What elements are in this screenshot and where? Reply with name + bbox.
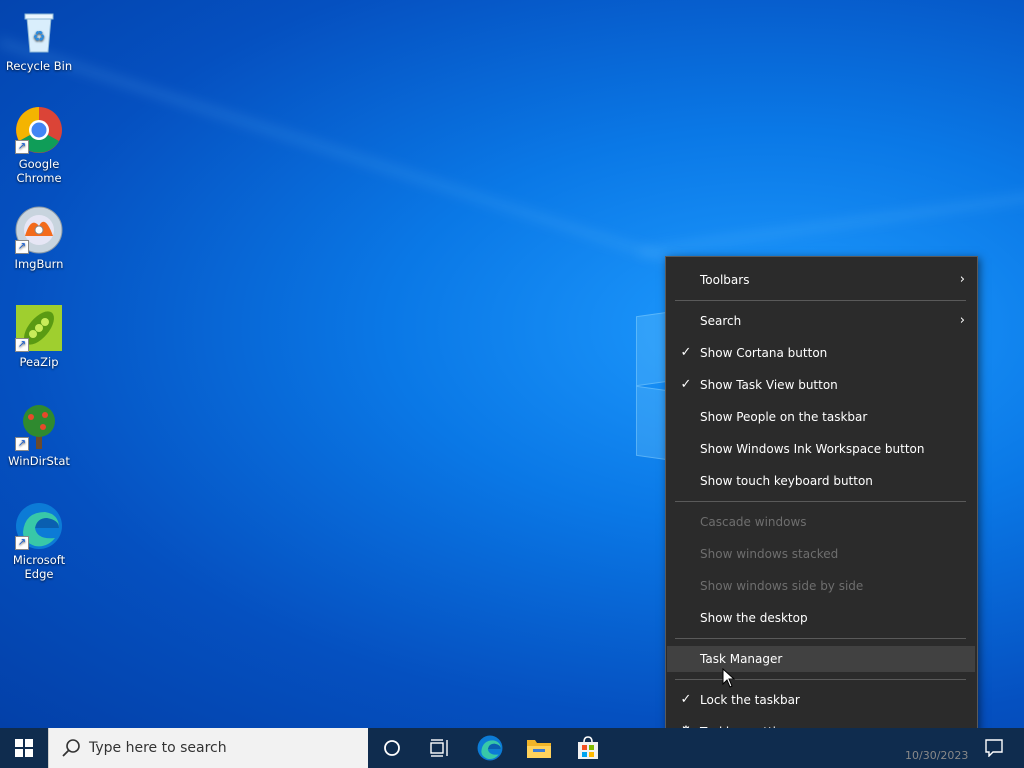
- menu-item-label: Show windows stacked: [700, 547, 839, 561]
- taskbar-store-button[interactable]: [564, 728, 612, 768]
- menu-item-show-task-view-button[interactable]: ✓ Show Task View button: [667, 372, 975, 398]
- cortana-button[interactable]: [368, 728, 416, 768]
- menu-item-label: Show People on the taskbar: [700, 410, 868, 424]
- menu-item-show-cortana-button[interactable]: ✓ Show Cortana button: [667, 340, 975, 366]
- taskbar[interactable]: Type here to search: [0, 728, 1024, 768]
- checkmark-icon: ✓: [680, 377, 692, 392]
- search-icon: [62, 739, 80, 757]
- desktop-icon-label: Recycle Bin: [5, 59, 73, 73]
- file-explorer-icon: [527, 740, 551, 758]
- menu-item-task-manager[interactable]: Task Manager: [667, 646, 975, 672]
- menu-separator: [675, 300, 966, 301]
- menu-item-label: Show Cortana button: [700, 346, 828, 360]
- notification-icon: [985, 739, 1003, 757]
- desktop-icon-label: WinDirStat: [8, 454, 70, 468]
- taskbar-edge-button[interactable]: [466, 728, 514, 768]
- menu-item-label: Lock the taskbar: [700, 693, 800, 707]
- edge-icon: ↗: [15, 502, 63, 550]
- clock-date[interactable]: 10/30/2023: [905, 749, 968, 762]
- light-beam: [640, 152, 1024, 254]
- windirstat-icon: ↗: [15, 403, 63, 451]
- menu-item-show-people[interactable]: Show People on the taskbar: [667, 404, 975, 430]
- menu-item-search[interactable]: Search ›: [667, 308, 975, 334]
- menu-item-lock-the-taskbar[interactable]: ✓ Lock the taskbar: [667, 687, 975, 713]
- desktop-icon-recycle-bin[interactable]: ♻ Recycle Bin: [4, 8, 74, 73]
- light-beam: [0, 40, 685, 267]
- desktop-icon-label: PeaZip: [19, 355, 59, 369]
- notification-center-button[interactable]: [976, 728, 1012, 768]
- menu-item-cascade-windows: Cascade windows: [667, 509, 975, 535]
- menu-item-label: Show touch keyboard button: [700, 474, 873, 488]
- menu-item-label: Cascade windows: [700, 515, 807, 529]
- desktop-icon-google-chrome[interactable]: ↗ Google Chrome: [4, 106, 74, 185]
- checkmark-icon: ✓: [680, 692, 692, 707]
- desktop-icon-label: Google Chrome: [16, 157, 62, 185]
- shortcut-arrow-icon: ↗: [15, 240, 29, 254]
- menu-item-show-touch-keyboard[interactable]: Show touch keyboard button: [667, 468, 975, 494]
- menu-item-label: Show the desktop: [700, 611, 808, 625]
- chevron-right-icon: ›: [959, 313, 965, 328]
- windows-logo-pane: [636, 385, 668, 461]
- start-icon: [15, 739, 33, 757]
- shortcut-arrow-icon: ↗: [15, 140, 29, 154]
- shortcut-arrow-icon: ↗: [15, 437, 29, 451]
- mouse-cursor-icon: [722, 668, 736, 688]
- desktop-icon-microsoft-edge[interactable]: ↗ Microsoft Edge: [4, 502, 74, 581]
- desktop-icon-label: ImgBurn: [14, 257, 64, 271]
- shortcut-arrow-icon: ↗: [15, 338, 29, 352]
- desktop-icon-label: Microsoft Edge: [12, 553, 66, 581]
- recycle-bin-icon: ♻: [15, 8, 63, 56]
- menu-item-show-windows-stacked: Show windows stacked: [667, 541, 975, 567]
- desktop-icon-imgburn[interactable]: ↗ ImgBurn: [4, 206, 74, 271]
- search-placeholder: Type here to search: [89, 740, 227, 756]
- menu-separator: [675, 679, 966, 680]
- desktop-icon-peazip[interactable]: ↗ PeaZip: [4, 304, 74, 369]
- checkmark-icon: ✓: [680, 345, 692, 360]
- menu-item-toolbars[interactable]: Toolbars ›: [667, 267, 975, 293]
- menu-item-label: Search: [700, 314, 742, 328]
- chevron-right-icon: ›: [959, 272, 965, 287]
- taskbar-file-explorer-button[interactable]: [515, 728, 563, 768]
- menu-item-label: Task Manager: [700, 652, 783, 666]
- task-view-icon: [430, 739, 448, 757]
- search-box[interactable]: Type here to search: [48, 728, 368, 768]
- task-view-button[interactable]: [416, 728, 464, 768]
- windows-logo-pane: [636, 311, 668, 387]
- menu-item-label: Toolbars: [700, 273, 750, 287]
- desktop-icon-windirstat[interactable]: ↗ WinDirStat: [4, 403, 74, 468]
- store-icon: [578, 736, 598, 759]
- chrome-icon: ↗: [15, 106, 63, 154]
- menu-separator: [675, 638, 966, 639]
- menu-item-show-windows-side-by-side: Show windows side by side: [667, 573, 975, 599]
- shortcut-arrow-icon: ↗: [15, 536, 29, 550]
- cortana-icon: [384, 740, 400, 756]
- imgburn-icon: ↗: [15, 206, 63, 254]
- menu-separator: [675, 501, 966, 502]
- menu-item-show-the-desktop[interactable]: Show the desktop: [667, 605, 975, 631]
- menu-item-label: Show Windows Ink Workspace button: [700, 442, 925, 456]
- taskbar-context-menu: Toolbars › Search › ✓ Show Cortana butto…: [665, 256, 978, 760]
- menu-item-label: Show windows side by side: [700, 579, 864, 593]
- edge-icon: [477, 735, 503, 761]
- start-button[interactable]: [0, 728, 48, 768]
- menu-item-label: Show Task View button: [700, 378, 838, 392]
- menu-item-show-windows-ink[interactable]: Show Windows Ink Workspace button: [667, 436, 975, 462]
- peazip-icon: ↗: [15, 304, 63, 352]
- svg-text:♻: ♻: [33, 29, 46, 45]
